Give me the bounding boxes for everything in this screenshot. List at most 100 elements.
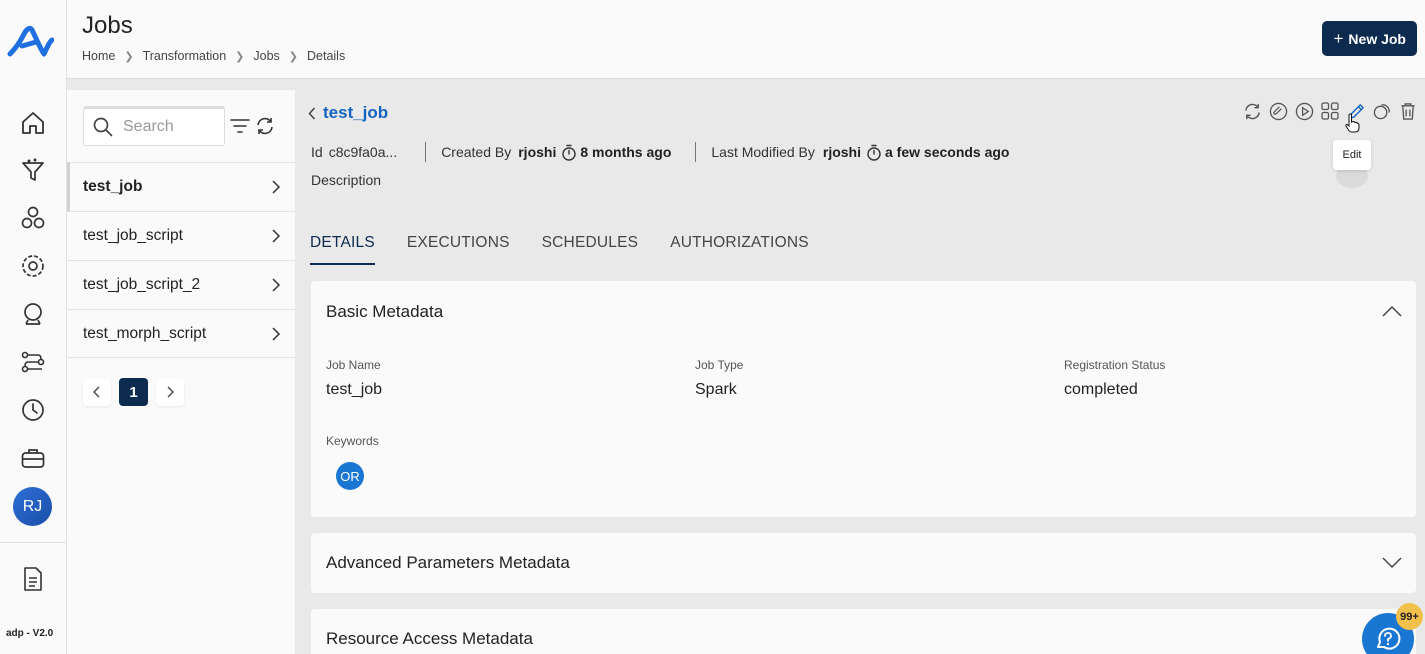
search-box: [83, 106, 225, 146]
prev-page-button[interactable]: [83, 378, 111, 406]
chevron-down-icon[interactable]: [1382, 557, 1402, 569]
chevron-right-icon: ❯: [288, 50, 298, 63]
grid-icon[interactable]: [1320, 101, 1340, 121]
job-type-label: Job Type: [695, 358, 744, 372]
document-icon[interactable]: [18, 564, 48, 594]
stopwatch-icon: [866, 144, 882, 161]
briefcase-icon[interactable]: [18, 443, 48, 473]
keywords-label: Keywords: [326, 434, 379, 448]
delete-trash-icon[interactable]: [1398, 101, 1418, 121]
job-name: test_job_script: [83, 227, 183, 244]
stopwatch-icon: [561, 144, 577, 161]
chevron-right-icon: ❯: [235, 50, 245, 63]
pagination: 1: [83, 378, 184, 406]
chevron-left-icon: [93, 386, 100, 398]
mouse-cursor-icon: [1345, 113, 1360, 133]
back-link[interactable]: test_job: [308, 103, 388, 123]
new-job-label: New Job: [1348, 30, 1406, 47]
funnel-icon[interactable]: [18, 156, 48, 186]
breadcrumb-jobs[interactable]: Jobs: [253, 49, 279, 63]
job-name-value: test_job: [326, 381, 383, 398]
job-title: test_job: [323, 103, 389, 122]
keywords-field: Keywords: [326, 434, 379, 448]
modified-ago: a few seconds ago: [885, 144, 1010, 160]
plus-icon: +: [1333, 28, 1344, 48]
job-name: test_job: [83, 178, 143, 195]
copy-icon[interactable]: [1372, 101, 1392, 121]
search-input[interactable]: [123, 118, 213, 136]
job-meta: Id c8c9fa0a... Created By rjoshi 8 month…: [311, 142, 1009, 162]
tab-details[interactable]: DETAILS: [310, 234, 375, 265]
help-question-icon: [1377, 627, 1401, 650]
list-item[interactable]: test_job_script: [67, 211, 295, 260]
registration-status-field: Registration Status completed: [1064, 358, 1165, 399]
job-name-field: Job Name test_job: [326, 358, 382, 399]
app-version: adp - V2.0: [6, 628, 54, 639]
resource-access-title: Resource Access Metadata: [326, 629, 533, 648]
job-list: test_job test_job_script test_job_script…: [67, 162, 295, 358]
list-item[interactable]: test_morph_script: [67, 309, 295, 358]
page-number-current[interactable]: 1: [119, 378, 148, 406]
home-icon[interactable]: [18, 108, 48, 138]
list-item[interactable]: test_job_script_2: [67, 260, 295, 309]
basic-metadata-title[interactable]: Basic Metadata: [326, 302, 443, 322]
tab-executions[interactable]: EXECUTIONS: [407, 234, 510, 265]
refresh-icon[interactable]: [255, 117, 275, 135]
job-list-panel: test_job test_job_script test_job_script…: [67, 90, 295, 654]
user-avatar[interactable]: RJ: [13, 487, 52, 526]
meta-divider: [425, 142, 427, 162]
new-job-button[interactable]: + New Job: [1322, 21, 1417, 56]
advanced-parameters-card[interactable]: Advanced Parameters Metadata: [311, 533, 1416, 593]
id-label: Id: [311, 144, 323, 160]
page-title: Jobs: [82, 12, 133, 39]
list-item[interactable]: test_job: [67, 162, 295, 211]
breadcrumb-transformation[interactable]: Transformation: [143, 49, 227, 63]
job-name: test_job_script_2: [83, 276, 201, 293]
registration-status-label: Registration Status: [1064, 358, 1166, 372]
clock-icon[interactable]: [18, 395, 48, 425]
chevron-up-icon[interactable]: [1382, 305, 1402, 317]
filter-icon[interactable]: [230, 117, 250, 135]
dataset-icon[interactable]: [18, 203, 48, 233]
chevron-right-icon: [272, 278, 281, 292]
keyword-chip[interactable]: OR: [336, 462, 364, 490]
modified-by-user: rjoshi: [822, 144, 861, 160]
attachment-icon[interactable]: [1268, 101, 1288, 121]
resource-access-card[interactable]: Resource Access Metadata: [311, 609, 1416, 654]
edit-tooltip: Edit: [1333, 140, 1371, 170]
next-page-button[interactable]: [156, 378, 184, 406]
created-by-label: Created By: [441, 144, 512, 160]
job-detail: test_job Edit Id c8c9fa0a... Created By …: [295, 90, 1425, 654]
adp-logo-icon[interactable]: [6, 20, 54, 64]
tab-schedules[interactable]: SCHEDULES: [542, 234, 639, 265]
tab-authorizations[interactable]: AUTHORIZATIONS: [670, 234, 809, 265]
crystal-ball-icon[interactable]: [18, 299, 48, 329]
search-icon: [93, 117, 113, 137]
job-type-value: Spark: [695, 381, 737, 398]
description-label: Description: [311, 172, 382, 188]
breadcrumb-home[interactable]: Home: [82, 49, 115, 63]
breadcrumb-details: Details: [307, 49, 346, 63]
advanced-parameters-title: Advanced Parameters Metadata: [326, 553, 570, 572]
left-rail: RJ adp - V2.0: [0, 0, 67, 654]
job-name: test_morph_script: [83, 324, 207, 342]
basic-metadata-card: Basic Metadata Job Name test_job Job Typ…: [311, 281, 1416, 517]
chevron-right-icon: [272, 229, 281, 243]
breadcrumb: Home ❯ Transformation ❯ Jobs ❯ Details: [82, 49, 345, 63]
rail-divider: [0, 542, 67, 543]
id-value: c8c9fa0a...: [328, 144, 398, 160]
chevron-right-icon: [167, 386, 174, 398]
notification-badge: 99+: [1396, 603, 1423, 630]
chevron-right-icon: [272, 180, 281, 194]
job-name-label: Job Name: [326, 358, 381, 372]
meta-divider: [695, 142, 697, 162]
job-type-field: Job Type Spark: [695, 358, 743, 399]
registration-status-value: completed: [1064, 381, 1138, 398]
settings-gear-icon[interactable]: [18, 251, 48, 281]
created-by-user: rjoshi: [518, 144, 557, 160]
play-icon[interactable]: [1294, 101, 1314, 121]
modified-by-label: Last Modified By: [711, 144, 815, 160]
pipeline-icon[interactable]: [18, 347, 48, 377]
refresh-icon[interactable]: [1242, 101, 1262, 121]
chevron-right-icon: ❯: [124, 50, 134, 63]
